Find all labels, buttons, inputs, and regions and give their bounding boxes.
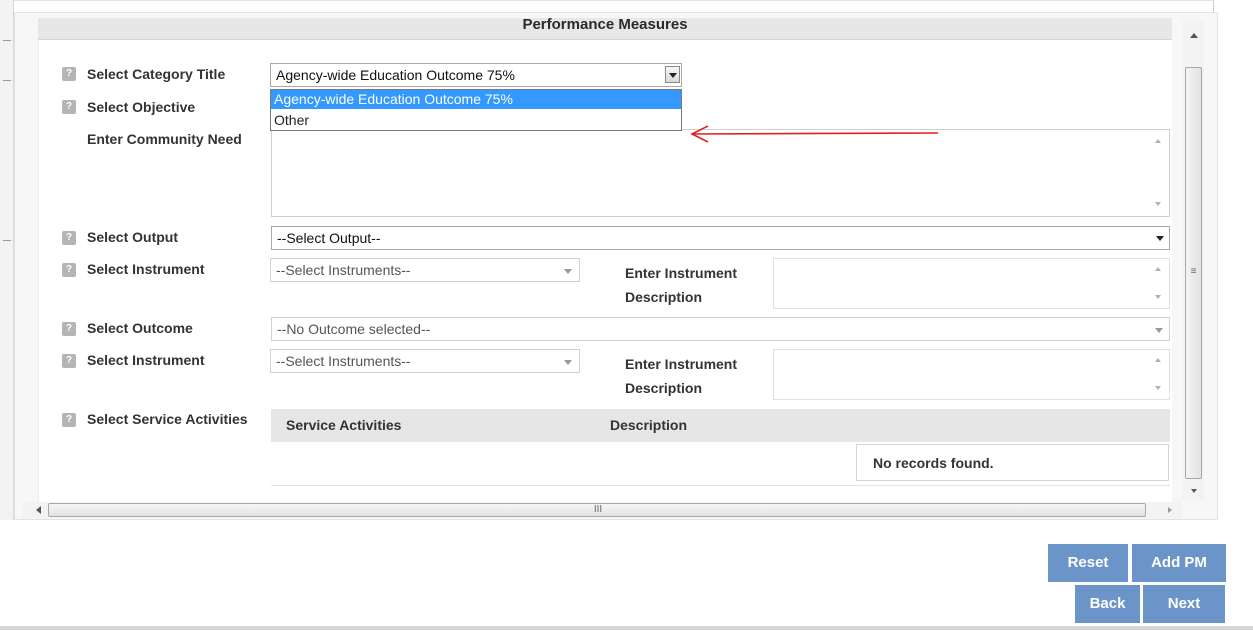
help-icon[interactable]: ? [62,263,76,277]
dropdown-arrow-icon [669,73,677,78]
label-service-activities: Select Service Activities [87,411,248,427]
help-icon[interactable]: ? [62,67,76,81]
category-dropdown-list: Agency-wide Education Outcome 75% Other [270,89,682,131]
scroll-up-icon[interactable] [1155,267,1161,271]
instrument-select[interactable]: --Select Instruments-- [270,258,580,282]
section-header: Performance Measures [38,18,1172,40]
label-instrument: Select Instrument [87,352,205,368]
outcome-value: --No Outcome selected-- [277,321,431,337]
label-instrument: Select Instrument [87,261,205,277]
scroll-grip-icon: III [593,504,603,515]
dropdown-arrow-icon [1156,236,1164,241]
scroll-down-icon[interactable] [1155,295,1161,299]
bottom-border [0,626,1253,630]
label-outcome: Select Outcome [87,320,193,336]
instrument-value: --Select Instruments-- [276,262,411,278]
column-header-service-activities[interactable]: Service Activities [286,409,401,442]
back-button[interactable]: Back [1075,585,1140,623]
scroll-up-icon[interactable] [1155,139,1161,143]
column-header-description[interactable]: Description [610,409,687,442]
scroll-up-icon[interactable] [1190,33,1198,38]
reset-button[interactable]: Reset [1048,544,1128,582]
left-frame-strip [0,0,14,520]
no-records-message: No records found. [856,444,1169,481]
outcome-select[interactable]: --No Outcome selected-- [271,317,1170,341]
instrument-description-textarea[interactable] [773,258,1170,309]
scroll-down-icon[interactable] [1155,202,1161,206]
annotation-arrow-icon [690,125,938,143]
section-title: Performance Measures [522,18,688,33]
instrument-value: --Select Instruments-- [276,353,411,369]
scroll-grip-icon: ≡ [1190,266,1197,277]
label-output: Select Output [87,229,179,245]
instrument-description-textarea[interactable] [773,349,1170,400]
scroll-up-icon[interactable] [1155,358,1161,362]
label-community-need: Enter Community Need [87,131,242,147]
scroll-left-icon[interactable] [36,506,41,514]
help-icon[interactable]: ? [62,231,76,245]
instrument-select[interactable]: --Select Instruments-- [270,349,580,373]
category-dropdown-button[interactable] [665,66,680,83]
category-title-value: Agency-wide Education Outcome 75% [276,67,515,83]
scroll-right-icon[interactable] [1168,507,1172,513]
help-icon[interactable]: ? [62,354,76,368]
help-icon[interactable]: ? [62,100,76,114]
label-instrument-description: Enter Instrument Description [625,265,738,305]
label-instrument-description: Enter Instrument Description [625,356,738,396]
service-activities-table-header: Service Activities Description [271,409,1170,442]
dropdown-arrow-icon [1155,328,1163,333]
category-title-select[interactable]: Agency-wide Education Outcome 75% [270,63,682,87]
help-icon[interactable]: ? [62,413,76,427]
next-button[interactable]: Next [1143,585,1225,623]
top-border [14,0,1214,1]
label-category-title: Select Category Title [87,66,226,82]
help-icon[interactable]: ? [62,322,76,336]
scroll-down-icon[interactable] [1155,386,1161,390]
dropdown-arrow-icon [564,360,572,365]
dropdown-option[interactable]: Other [271,111,681,130]
right-border [1213,0,1214,12]
dropdown-option[interactable]: Agency-wide Education Outcome 75% [271,90,681,109]
label-objective: Select Objective [87,99,196,115]
scroll-down-icon[interactable] [1191,489,1197,493]
output-select[interactable]: --Select Output-- [271,226,1170,250]
dropdown-arrow-icon [564,269,572,274]
output-value: --Select Output-- [277,230,381,246]
add-pm-button[interactable]: Add PM [1132,544,1226,582]
